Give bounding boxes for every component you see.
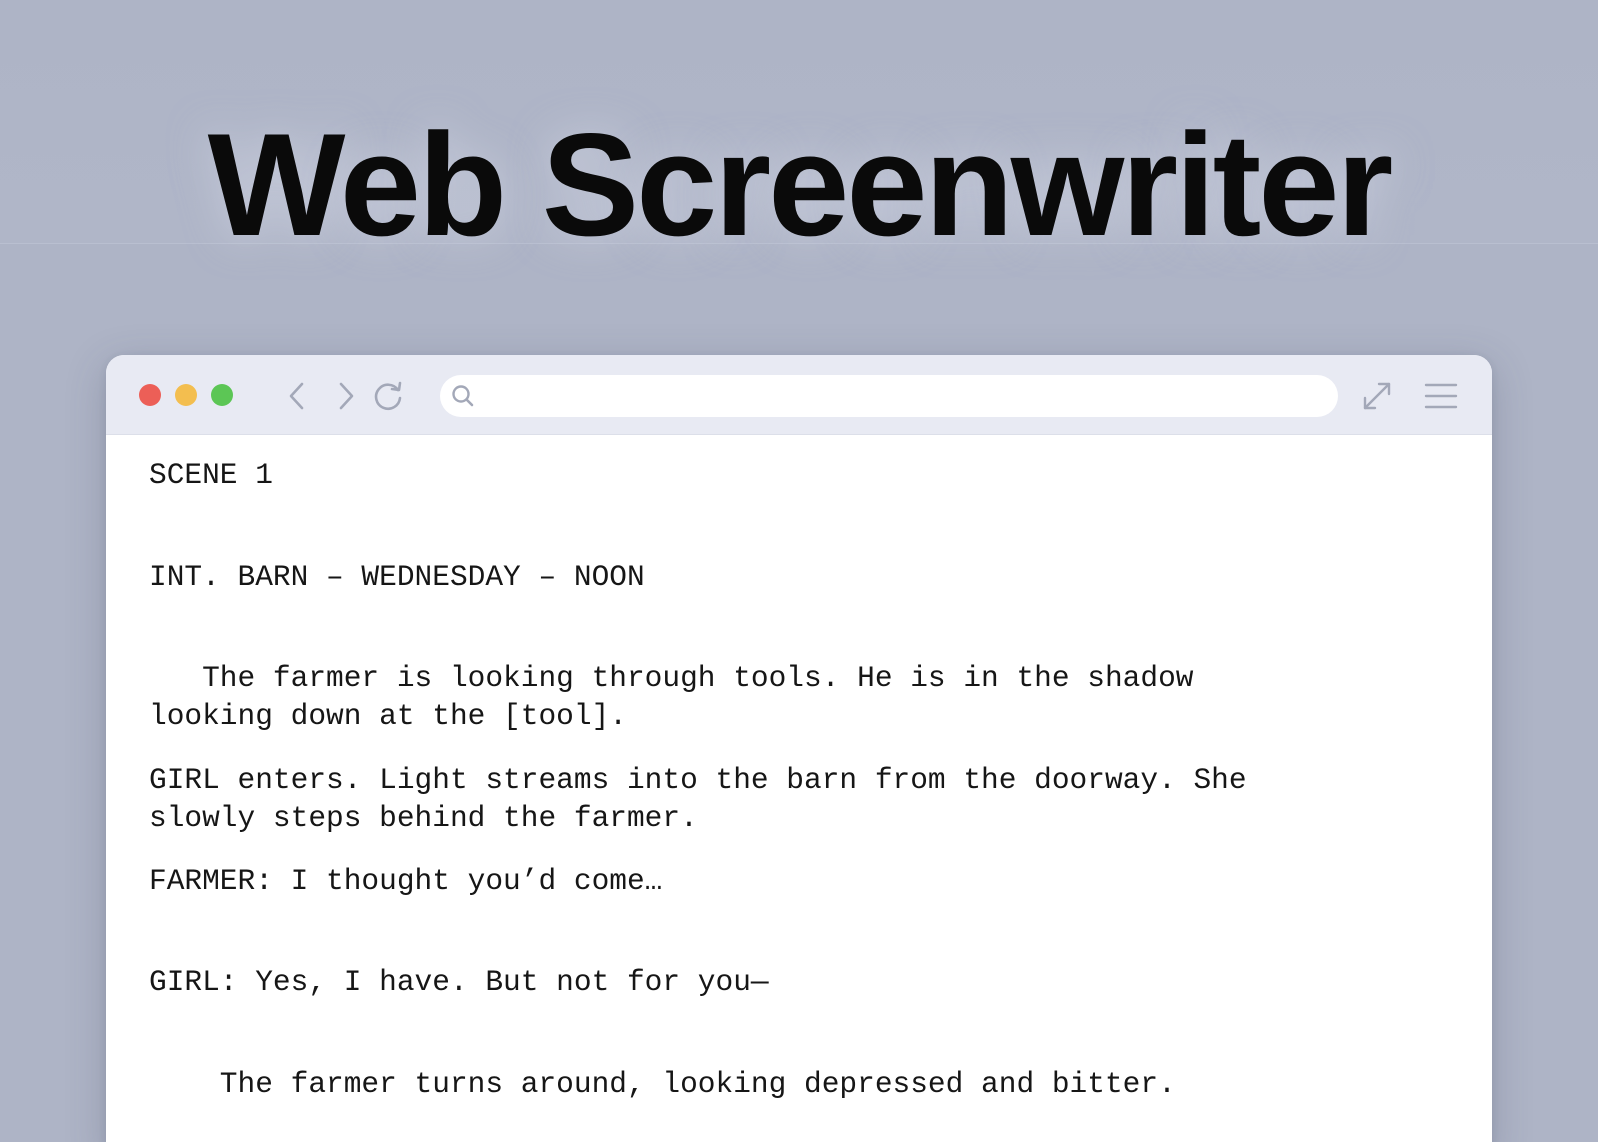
reload-icon[interactable] [372, 379, 406, 413]
chevron-left-icon[interactable] [281, 379, 315, 413]
scene-heading[interactable]: INT. BARN – WEDNESDAY – NOON [149, 558, 645, 596]
address-bar[interactable] [440, 375, 1338, 417]
scene-number[interactable]: SCENE 1 [149, 456, 273, 494]
chevron-right-icon[interactable] [328, 379, 362, 413]
action-line: The farmer is looking through tools. He … [149, 661, 1194, 695]
action-paragraph[interactable]: GIRL enters. Light streams into the barn… [149, 761, 1247, 837]
minimize-window-button[interactable] [175, 384, 197, 406]
close-window-button[interactable] [139, 384, 161, 406]
action-paragraph[interactable]: The farmer turns around, looking depress… [149, 1065, 1176, 1103]
action-paragraph[interactable]: The farmer is looking through tools. He … [149, 659, 1193, 735]
action-line: GIRL enters. Light streams into the barn… [149, 763, 1247, 797]
dialogue-line[interactable]: FARMER: I thought you’d come… [149, 862, 662, 900]
address-input[interactable] [484, 381, 1324, 411]
action-line: slowly steps behind the farmer. [149, 801, 698, 835]
hero-title: Web Screenwriter [207, 103, 1394, 266]
browser-toolbar [106, 355, 1492, 435]
browser-window: SCENE 1 INT. BARN – WEDNESDAY – NOON The… [106, 355, 1492, 1142]
action-line: looking down at the [tool]. [149, 699, 627, 733]
maximize-window-button[interactable] [211, 384, 233, 406]
dialogue-line[interactable]: GIRL: Yes, I have. But not for you— [149, 963, 769, 1001]
search-icon [450, 383, 476, 409]
expand-arrows-icon[interactable] [1359, 378, 1395, 414]
hamburger-menu-icon[interactable] [1423, 378, 1459, 414]
